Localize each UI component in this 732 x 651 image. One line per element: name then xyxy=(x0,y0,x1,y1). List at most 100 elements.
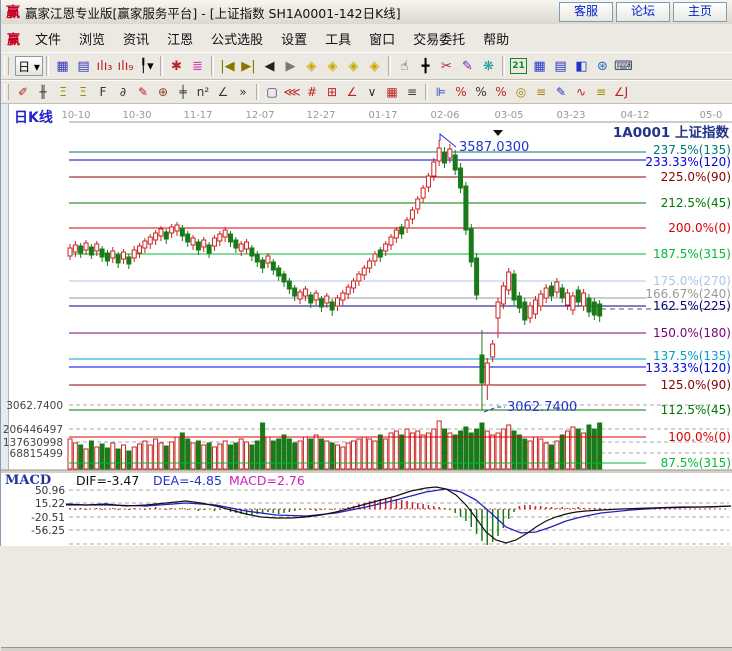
volume-bar xyxy=(116,449,120,469)
gann-box-icon[interactable]: # xyxy=(302,84,322,101)
exrights-icon[interactable]: ✱ xyxy=(166,57,187,76)
calendar-21-icon[interactable]: 21 xyxy=(508,57,529,76)
menu-item-6[interactable]: 设置 xyxy=(272,26,316,51)
angle-line-icon[interactable]: ∠ xyxy=(213,84,233,101)
calculator-icon[interactable]: ▦ xyxy=(529,57,550,76)
jump-up-icon[interactable]: ◈ xyxy=(343,57,364,76)
bars-3-icon[interactable]: ılı₃ xyxy=(94,57,115,76)
draw-tool-icon[interactable]: ✎ xyxy=(457,57,478,76)
toolbar-separator xyxy=(46,56,49,76)
next-icon[interactable]: ▶ xyxy=(280,57,301,76)
volume-bar xyxy=(319,439,323,469)
n-square-icon[interactable]: n² xyxy=(193,84,213,101)
wave-icon[interactable]: ∿ xyxy=(571,84,591,101)
single-candle-icon[interactable]: ╿▾ xyxy=(136,57,157,76)
candle-body xyxy=(480,355,484,383)
candle-body xyxy=(389,237,393,245)
macd-indicator-label[interactable]: MACD xyxy=(5,473,51,488)
save-icon[interactable]: ◧ xyxy=(571,57,592,76)
crosshair-icon[interactable]: ╋ xyxy=(415,57,436,76)
gold-circle-icon[interactable]: ◎ xyxy=(511,84,531,101)
region-stat-icon[interactable]: ✂ xyxy=(436,57,457,76)
multi-window-icon[interactable]: ▦ xyxy=(52,57,73,76)
candle-body xyxy=(282,274,286,282)
notepad-icon[interactable]: ▤ xyxy=(550,57,571,76)
first-page-icon[interactable]: |◀ xyxy=(217,57,238,76)
hand-tool-icon[interactable]: ☝ xyxy=(394,57,415,76)
f10-info-icon[interactable]: ▤ xyxy=(73,57,94,76)
brush-icon[interactable]: ✐ xyxy=(13,84,33,101)
gold-lines2-icon[interactable]: ≡ xyxy=(591,84,611,101)
workstation-icon[interactable]: ⌨ xyxy=(613,57,634,76)
golden-section-icon[interactable]: Ξ xyxy=(53,84,73,101)
volume-bar xyxy=(533,437,537,469)
candle-body xyxy=(319,299,323,307)
zigzag-icon[interactable]: ∨ xyxy=(362,84,382,101)
menu-bar: 赢 文件浏览资讯江恩公式选股设置工具窗口交易委托帮助 xyxy=(1,24,732,53)
more-tools-icon[interactable]: » xyxy=(233,84,253,101)
volume-bar xyxy=(389,433,393,469)
service-button[interactable]: 客服 xyxy=(559,2,613,22)
rect-tool-icon[interactable]: ▢ xyxy=(262,84,282,101)
titlebar-buttons: 客服论坛主页 xyxy=(559,2,727,22)
percent-icon[interactable]: % xyxy=(471,84,491,101)
spiral-icon[interactable]: ∂ xyxy=(113,84,133,101)
peak-marker-icon xyxy=(493,130,503,136)
candle-body xyxy=(116,255,120,263)
chip-distribution-icon[interactable]: ≣ xyxy=(187,57,208,76)
parallel-lines-icon[interactable]: ≡ xyxy=(402,84,422,101)
time-cycle-icon[interactable]: ⊕ xyxy=(153,84,173,101)
menu-item-3[interactable]: 资讯 xyxy=(114,26,158,51)
volume-bar xyxy=(143,441,147,469)
globe-icon[interactable]: ⊛ xyxy=(592,57,613,76)
candle-body xyxy=(164,232,168,239)
gann-line-label: 162.5%(225) xyxy=(653,299,731,313)
gann-grid-icon[interactable]: ╫ xyxy=(33,84,53,101)
menu-item-1[interactable]: 文件 xyxy=(26,26,70,51)
candle-body xyxy=(582,293,586,306)
angle-fan-icon[interactable]: ∠ xyxy=(342,84,362,101)
red-pen-icon[interactable]: ✎ xyxy=(133,84,153,101)
menu-item-9[interactable]: 交易委托 xyxy=(404,26,474,51)
volume-bar xyxy=(186,439,190,469)
menu-item-8[interactable]: 窗口 xyxy=(360,26,404,51)
candle-body xyxy=(416,199,420,209)
fan-lines-icon[interactable]: ⋘ xyxy=(282,84,302,101)
macd-macd-value: MACD=2.76 xyxy=(229,473,305,488)
price-grid-icon[interactable]: ╪ xyxy=(173,84,193,101)
red-grid2-icon[interactable]: ▦ xyxy=(382,84,402,101)
menu-item-2[interactable]: 浏览 xyxy=(70,26,114,51)
bars-9-icon[interactable]: ılı₉ xyxy=(115,57,136,76)
golden-section2-icon[interactable]: Ξ xyxy=(73,84,93,101)
last-page-icon[interactable]: ▶| xyxy=(238,57,259,76)
fibonacci-icon[interactable]: F xyxy=(93,84,113,101)
forum-button[interactable]: 论坛 xyxy=(616,2,670,22)
candle-body xyxy=(314,293,318,300)
toolbar-grip[interactable] xyxy=(4,57,9,75)
grid-box-icon[interactable]: ⊞ xyxy=(322,84,342,101)
menu-item-4[interactable]: 江恩 xyxy=(158,26,202,51)
volume-bar xyxy=(598,423,602,469)
jump-left-icon[interactable]: ◈ xyxy=(301,57,322,76)
formula-icon[interactable]: ❋ xyxy=(478,57,499,76)
home-button[interactable]: 主页 xyxy=(673,2,727,22)
candle-body xyxy=(507,272,511,290)
menu-item-10[interactable]: 帮助 xyxy=(474,26,518,51)
menu-item-5[interactable]: 公式选股 xyxy=(202,26,272,51)
candle-body xyxy=(598,304,602,316)
volume-bar xyxy=(68,439,72,469)
toolbar-grip[interactable] xyxy=(4,84,9,99)
period-day-button[interactable]: 日 ▾ xyxy=(15,56,43,76)
scale-ruler-icon[interactable]: ⊫ xyxy=(431,84,451,101)
volume-bar xyxy=(352,441,356,469)
jump-right-icon[interactable]: ◈ xyxy=(322,57,343,76)
j-angle-icon[interactable]: ∠J xyxy=(611,84,631,101)
percent-slope-icon[interactable]: % xyxy=(451,84,471,101)
jump-down-icon[interactable]: ◈ xyxy=(364,57,385,76)
prev-icon[interactable]: ◀ xyxy=(259,57,280,76)
marker-pen-icon[interactable]: ✎ xyxy=(551,84,571,101)
gold-lines-icon[interactable]: ≡ xyxy=(531,84,551,101)
menu-item-7[interactable]: 工具 xyxy=(316,26,360,51)
percent-line-icon[interactable]: % xyxy=(491,84,511,101)
volume-bar xyxy=(496,433,500,469)
